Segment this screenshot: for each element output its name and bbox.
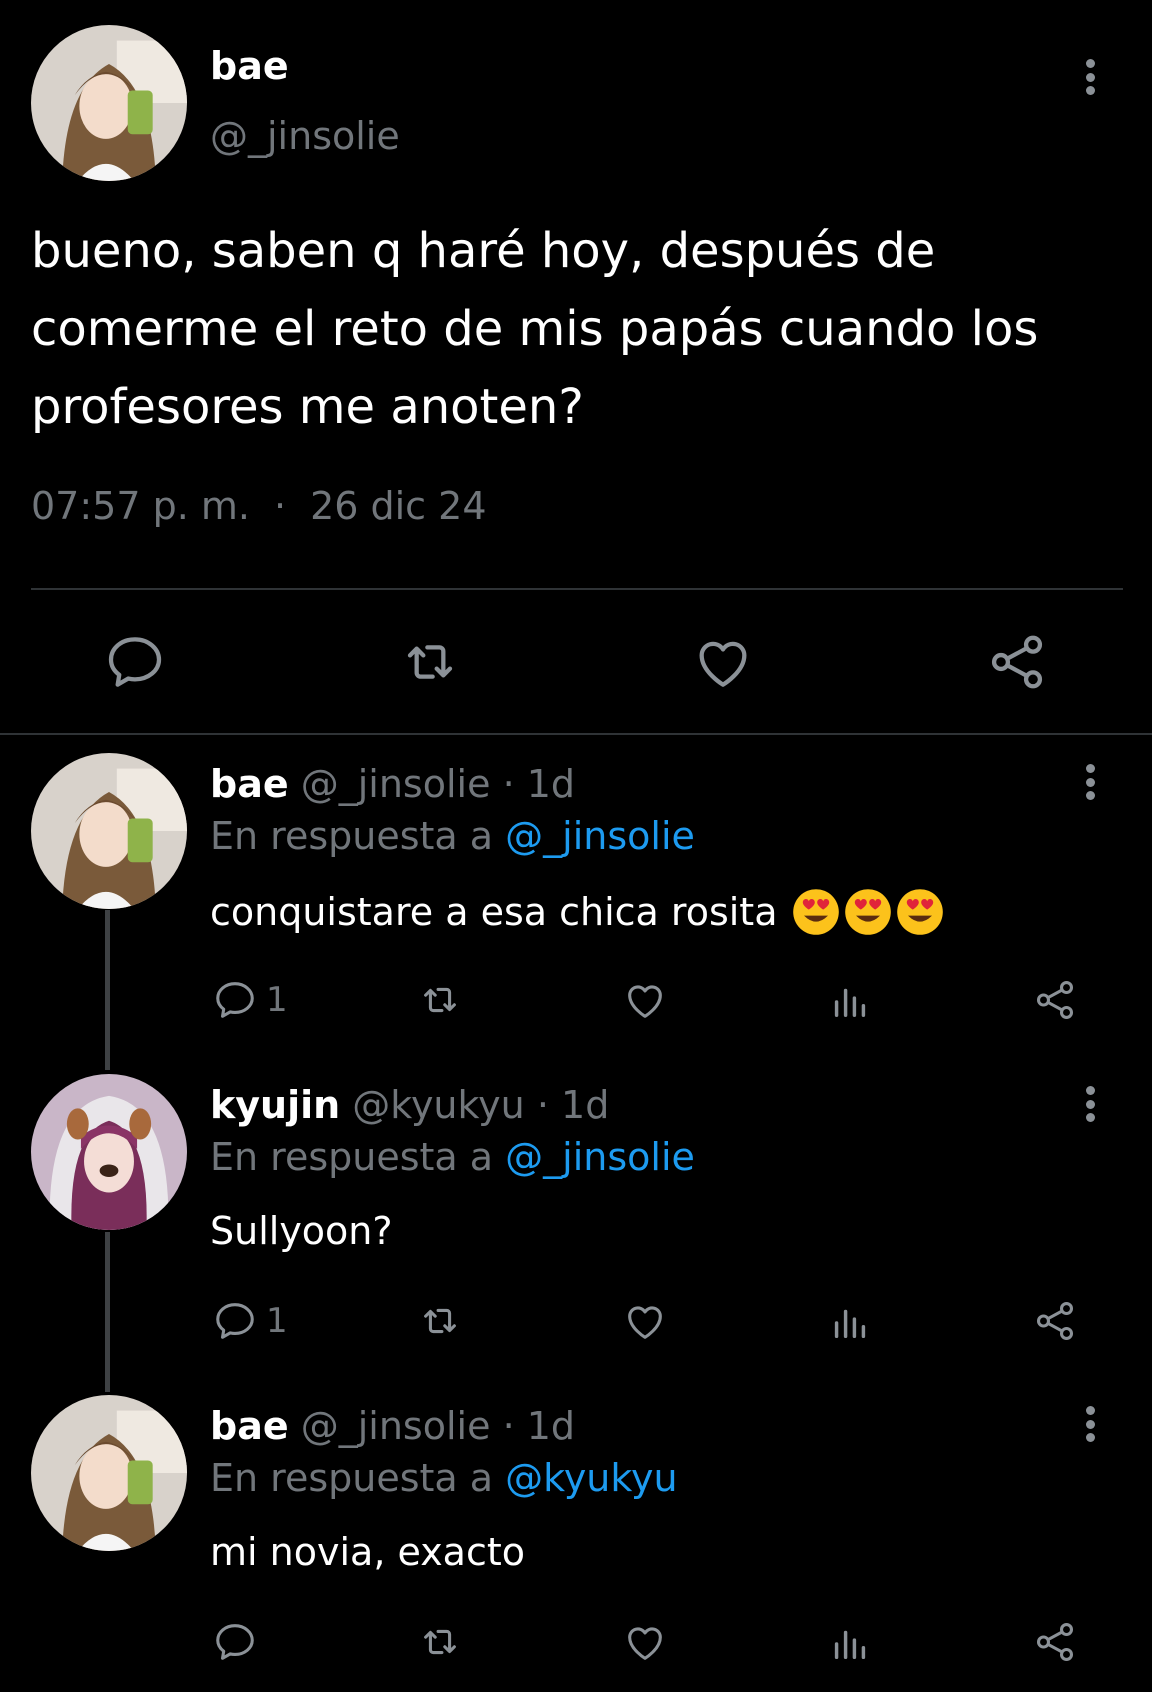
heart-eyes-emoji: [792, 889, 839, 935]
reply-text-content: Sullyoon?: [210, 1209, 393, 1253]
reply-time[interactable]: 1d: [527, 762, 575, 806]
more-options-icon[interactable]: [1080, 1402, 1100, 1446]
tweet-time: 07:57 p. m.: [31, 484, 250, 528]
retweet-icon: [424, 1308, 456, 1334]
retweet-icon: [424, 987, 456, 1013]
like-button[interactable]: [691, 630, 755, 694]
share-button[interactable]: [1032, 1296, 1078, 1346]
share-icon: [991, 635, 1043, 689]
heart-eyes-emoji: [896, 889, 943, 935]
like-icon: [628, 1306, 662, 1339]
retweet-button[interactable]: [398, 630, 462, 694]
share-button[interactable]: [1032, 975, 1078, 1025]
author-name[interactable]: kyujin: [210, 1083, 340, 1127]
reply-header[interactable]: bae @_jinsolie · 1d: [210, 1404, 575, 1448]
retweet-button[interactable]: [417, 1296, 463, 1346]
share-icon: [1036, 1623, 1074, 1661]
reply-button[interactable]: [103, 630, 167, 694]
like-button[interactable]: [622, 1296, 668, 1346]
reply-button[interactable]: 1: [212, 1296, 288, 1346]
like-button[interactable]: [622, 1617, 668, 1667]
reply-icon: [216, 1624, 254, 1660]
like-icon: [628, 1627, 662, 1660]
reply-header[interactable]: bae @_jinsolie · 1d: [210, 762, 575, 806]
like-icon: [628, 985, 662, 1018]
author-handle[interactable]: @_jinsolie: [210, 114, 400, 158]
reply-count: 1: [266, 1301, 288, 1341]
reply-text: conquistare a esa chica rosita: [210, 888, 944, 936]
reply-icon: [216, 1303, 254, 1339]
profile-photo-bae: [31, 25, 187, 181]
share-button[interactable]: [1032, 1617, 1078, 1667]
analytics-icon: [834, 1309, 866, 1339]
share-icon: [1036, 1302, 1074, 1340]
meta-separator: ·: [502, 762, 515, 806]
share-icon: [1036, 981, 1074, 1019]
thread-line: [105, 910, 110, 1070]
reply-text-content: conquistare a esa chica rosita: [210, 890, 778, 934]
profile-photo-bae: [31, 753, 187, 909]
replying-to: En respuesta a @_jinsolie: [210, 814, 695, 858]
author-handle[interactable]: @_jinsolie: [301, 1404, 491, 1448]
avatar[interactable]: [31, 1074, 187, 1230]
tweet-thread-page: bae @_jinsolie bueno, saben q haré hoy, …: [0, 0, 1152, 1692]
tweet-text: bueno, saben q haré hoy, después de come…: [31, 223, 1039, 435]
views-button[interactable]: [827, 975, 873, 1025]
reply-count: 1: [266, 980, 288, 1020]
author-handle[interactable]: @kyukyu: [352, 1083, 524, 1127]
replying-to-label: En respuesta a: [210, 1135, 494, 1179]
retweet-icon: [407, 645, 453, 679]
retweet-button[interactable]: [417, 1617, 463, 1667]
reply-button[interactable]: [212, 1617, 266, 1667]
like-button[interactable]: [622, 975, 668, 1025]
meta-separator: ·: [502, 1404, 515, 1448]
meta-separator: ·: [273, 484, 287, 528]
avatar[interactable]: [31, 1395, 187, 1551]
more-options-icon[interactable]: [1080, 55, 1100, 99]
profile-photo-kyujin: [31, 1074, 187, 1230]
avatar[interactable]: [31, 25, 187, 181]
reply-text: Sullyoon?: [210, 1209, 393, 1253]
reply-icon: [108, 637, 162, 687]
author-handle[interactable]: @_jinsolie: [301, 762, 491, 806]
views-button[interactable]: [827, 1617, 873, 1667]
author-name[interactable]: bae: [210, 44, 289, 88]
heart-eyes-emoji: [844, 889, 891, 935]
tweet-date: 26 dic 24: [310, 484, 487, 528]
thread-line: [105, 1232, 110, 1392]
replying-to: En respuesta a @_jinsolie: [210, 1135, 695, 1179]
views-button[interactable]: [827, 1296, 873, 1346]
reply-time[interactable]: 1d: [561, 1083, 609, 1127]
mention-link[interactable]: @_jinsolie: [505, 1135, 695, 1179]
reply-text-content: mi novia, exacto: [210, 1530, 526, 1574]
like-icon: [699, 641, 747, 687]
mention-link[interactable]: @kyukyu: [505, 1456, 677, 1500]
replying-to: En respuesta a @kyukyu: [210, 1456, 678, 1500]
share-button[interactable]: [985, 630, 1049, 694]
meta-separator: ·: [536, 1083, 549, 1127]
reply-time[interactable]: 1d: [527, 1404, 575, 1448]
retweet-icon: [424, 1629, 456, 1655]
more-options-icon[interactable]: [1080, 1082, 1100, 1126]
avatar[interactable]: [31, 753, 187, 909]
author-name[interactable]: bae: [210, 1404, 289, 1448]
analytics-icon: [834, 988, 866, 1018]
divider: [31, 588, 1123, 590]
reply-header[interactable]: kyujin @kyukyu · 1d: [210, 1083, 609, 1127]
author-name[interactable]: bae: [210, 762, 289, 806]
replying-to-label: En respuesta a: [210, 814, 494, 858]
mention-link[interactable]: @_jinsolie: [505, 814, 695, 858]
reply-text: mi novia, exacto: [210, 1530, 525, 1574]
more-options-icon[interactable]: [1080, 760, 1100, 804]
replying-to-label: En respuesta a: [210, 1456, 494, 1500]
divider: [0, 733, 1152, 735]
profile-photo-bae: [31, 1395, 187, 1551]
reply-button[interactable]: 1: [212, 975, 288, 1025]
tweet-timestamp[interactable]: 07:57 p. m. · 26 dic 24: [31, 484, 487, 528]
retweet-button[interactable]: [417, 975, 463, 1025]
analytics-icon: [834, 1630, 866, 1660]
reply-icon: [216, 982, 254, 1018]
